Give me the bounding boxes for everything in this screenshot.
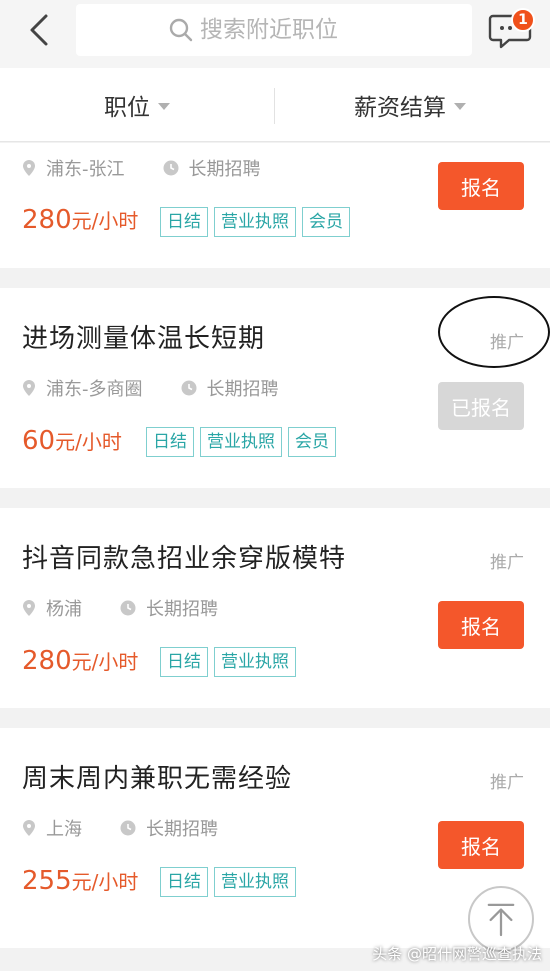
job-meta: 浦东-多商圈 长期招聘 — [22, 375, 279, 401]
location-pin-icon — [23, 600, 35, 616]
job-meta: 杨浦 长期招聘 — [22, 595, 218, 621]
location-pin-icon — [23, 380, 35, 396]
position-filter-label: 职位 — [104, 95, 150, 121]
job-title: 周末周内兼职无需经验 — [22, 764, 293, 794]
job-meta: 浦东-张江 长期招聘 — [22, 155, 261, 181]
dropdown-caret-icon — [454, 102, 466, 110]
job-price: 255元/小时 — [22, 866, 138, 896]
clock-icon — [120, 820, 136, 836]
job-duration: 长期招聘 — [206, 379, 279, 400]
salary-filter[interactable]: 薪资结算 — [354, 68, 466, 142]
promo-label: 推广 — [490, 773, 524, 793]
job-duration: 长期招聘 — [146, 819, 218, 840]
annotation-circle — [438, 296, 550, 368]
price-unit: 元/小时 — [71, 650, 139, 674]
job-location: 浦东-张江 — [46, 159, 125, 180]
message-count-badge: 1 — [511, 8, 535, 32]
job-price: 280元/小时 — [22, 646, 138, 676]
job-tag: 日结 — [146, 427, 194, 457]
clock-icon — [163, 160, 178, 176]
filter-bar: 职位 薪资结算 — [0, 68, 550, 142]
position-filter[interactable]: 职位 — [104, 68, 170, 142]
salary-filter-label: 薪资结算 — [354, 95, 446, 121]
job-tag: 会员 — [288, 427, 336, 457]
job-tag: 营业执照 — [214, 207, 296, 237]
clock-icon — [181, 380, 196, 396]
promo-label: 推广 — [490, 553, 524, 573]
job-duration: 长期招聘 — [188, 159, 261, 180]
price-value: 60 — [22, 426, 56, 456]
location-pin-icon — [23, 160, 35, 176]
apply-button[interactable]: 报名 — [438, 821, 524, 869]
job-tags: 日结 营业执照 会员 — [146, 427, 342, 457]
job-tag: 会员 — [302, 207, 350, 237]
job-card[interactable]: 抖音同款急招业余穿版模特 推广 杨浦 长期招聘 280元/小时 日结 营业执照 … — [0, 508, 550, 708]
job-price: 280元/小时 — [22, 205, 138, 235]
clock-icon — [120, 600, 136, 616]
job-title: 进场测量体温长短期 — [22, 324, 266, 354]
filter-divider — [274, 88, 275, 124]
job-location: 浦东-多商圈 — [46, 379, 143, 400]
job-duration: 长期招聘 — [146, 599, 218, 620]
watermark: 头条 @昭什网警巡查执法 — [372, 945, 542, 963]
search-input[interactable] — [200, 17, 380, 43]
search-icon — [169, 18, 193, 42]
back-arrow-icon[interactable] — [22, 10, 58, 50]
price-value: 255 — [22, 866, 72, 896]
job-location: 杨浦 — [46, 599, 82, 620]
job-meta: 上海 长期招聘 — [22, 815, 218, 841]
search-box[interactable] — [76, 4, 472, 56]
location-pin-icon — [23, 820, 35, 836]
job-tags: 日结 营业执照 会员 — [160, 207, 356, 237]
job-price: 60元/小时 — [22, 426, 122, 456]
price-unit: 元/小时 — [55, 430, 122, 454]
job-tag: 日结 — [160, 647, 208, 677]
price-value: 280 — [22, 205, 72, 235]
top-bar: 1 — [0, 0, 550, 68]
job-tag: 日结 — [160, 207, 208, 237]
price-value: 280 — [22, 646, 72, 676]
applied-button[interactable]: 已报名 — [438, 382, 524, 430]
job-tag: 营业执照 — [214, 647, 296, 677]
job-tag: 营业执照 — [200, 427, 282, 457]
price-unit: 元/小时 — [71, 870, 139, 894]
dropdown-caret-icon — [158, 102, 170, 110]
job-card[interactable]: 浦东-张江 长期招聘 280元/小时 日结 营业执照 会员 报名 — [0, 143, 550, 268]
apply-button[interactable]: 报名 — [438, 601, 524, 649]
job-title: 抖音同款急招业余穿版模特 — [22, 544, 347, 574]
job-tag: 日结 — [160, 867, 208, 897]
job-location: 上海 — [46, 819, 82, 840]
job-tags: 日结 营业执照 — [160, 867, 302, 897]
price-unit: 元/小时 — [71, 209, 139, 233]
job-tag: 营业执照 — [214, 867, 296, 897]
apply-button[interactable]: 报名 — [438, 162, 524, 210]
job-tags: 日结 营业执照 — [160, 647, 302, 677]
